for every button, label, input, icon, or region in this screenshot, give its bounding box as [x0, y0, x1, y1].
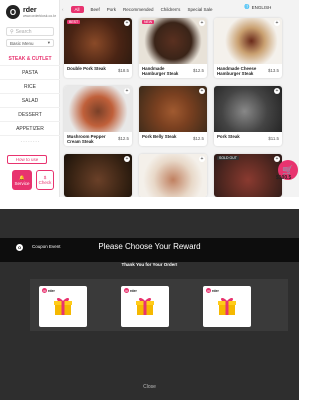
- menu-card[interactable]: +: [139, 154, 207, 197]
- cart-icon: 🛒: [282, 164, 294, 175]
- reward-brand-name: rder: [48, 288, 55, 293]
- menu-card-name: Pork Belly Steak: [142, 134, 177, 139]
- tab-childrens[interactable]: Children's: [161, 7, 181, 12]
- reward-brand: O rder: [206, 288, 219, 293]
- search-placeholder: Search: [15, 28, 32, 35]
- menu-card-image: [139, 18, 207, 64]
- logo-sub: www.orderkiosk.co.kr: [23, 13, 57, 18]
- menu-card[interactable]: +: [64, 154, 132, 197]
- logo-name: rder: [23, 6, 37, 14]
- menu-card-name: Mushroom Pepper Cream Steak: [67, 134, 106, 144]
- more-categories-toggle[interactable]: - - - - - - - -: [0, 138, 60, 143]
- reward-card[interactable]: O rder: [39, 286, 87, 327]
- menu-card-image: [214, 18, 282, 64]
- menu-card-image: [139, 86, 207, 132]
- menu-card-image: [64, 86, 132, 132]
- menu-card-name: Handmade Hamburger Steak: [142, 66, 179, 76]
- cart-total: $100.5: [276, 175, 292, 181]
- add-icon[interactable]: +: [124, 88, 130, 94]
- reward-brand-name: rder: [212, 288, 219, 293]
- reward-card[interactable]: O rder: [121, 286, 169, 327]
- gift-icon: [54, 297, 72, 315]
- menu-card[interactable]: NEW + Handmade Hamburger Steak $12.5: [139, 18, 207, 78]
- category-rice[interactable]: RICE: [0, 80, 60, 94]
- category-appetizer[interactable]: APPETIZER: [0, 122, 60, 136]
- category-salad[interactable]: SALAD: [0, 94, 60, 108]
- check-label: Check: [38, 180, 52, 185]
- menu-card-image: [64, 18, 132, 64]
- menu-card-name: Handmade Cheese Hamburger Steak: [217, 66, 257, 76]
- category-list: STEAK & CUTLET PASTA RICE SALAD DESSERT …: [0, 52, 60, 143]
- tab-beef[interactable]: Beef: [91, 7, 100, 12]
- menu-card-name: Double Pork Steak: [67, 66, 106, 71]
- gift-icon: [218, 297, 236, 315]
- menu-card[interactable]: SOLD OUT +: [214, 154, 282, 197]
- reward-brand: O rder: [42, 288, 55, 293]
- language-select[interactable]: 🌐 ENGLISH: [244, 4, 271, 10]
- menu-card-price: $11.5: [268, 136, 279, 141]
- sidebar: O rder www.orderkiosk.co.kr ⚲ Search Bas…: [0, 0, 60, 197]
- add-icon[interactable]: +: [124, 156, 130, 162]
- menu-card-price: $12.5: [118, 136, 129, 141]
- add-icon[interactable]: +: [199, 20, 205, 26]
- menu-card[interactable]: + Handmade Cheese Hamburger Steak $13.5: [214, 18, 282, 78]
- search-icon: ⚲: [10, 28, 14, 35]
- menu-card-badge: BEST: [67, 20, 81, 24]
- menu-card-price: $12.5: [193, 68, 204, 73]
- menu-card-price: $13.5: [268, 68, 279, 73]
- tab-special-sale[interactable]: Special Sale: [187, 7, 212, 12]
- service-label: Service: [14, 180, 30, 186]
- globe-icon: 🌐: [244, 4, 250, 9]
- modal-subtitle: Thank You for Your Order!: [121, 262, 178, 267]
- tab-all[interactable]: All: [70, 5, 84, 13]
- menu-card-image: [139, 154, 207, 197]
- check-button[interactable]: $ Check: [36, 170, 54, 190]
- back-icon[interactable]: ‹: [62, 7, 64, 12]
- menu-select[interactable]: Basic Menu ▾: [6, 39, 54, 47]
- category-steak-cutlet[interactable]: STEAK & CUTLET: [0, 52, 60, 66]
- divider: [0, 197, 299, 209]
- menu-card-name: Pork Steak: [217, 134, 240, 139]
- menu-select-value: Basic Menu: [10, 40, 34, 46]
- reward-brand-badge: O: [124, 288, 129, 293]
- service-button[interactable]: 🔔 Service: [12, 170, 32, 190]
- reward-brand-name: rder: [130, 288, 137, 293]
- reward-card[interactable]: O rder: [203, 286, 251, 327]
- menu-card-image: [214, 86, 282, 132]
- menu-card[interactable]: BEST + Double Pork Steak $18.5: [64, 18, 132, 78]
- kiosk-menu-screen: O rder www.orderkiosk.co.kr ⚲ Search Bas…: [0, 0, 299, 197]
- add-icon[interactable]: +: [124, 20, 130, 26]
- menu-card-image: [214, 154, 282, 197]
- menu-card-price: $12.5: [193, 136, 204, 141]
- how-to-use-button[interactable]: How to use: [7, 155, 47, 164]
- language-value: ENGLISH: [251, 4, 272, 10]
- add-icon[interactable]: +: [274, 88, 280, 94]
- chevron-down-icon: ▾: [47, 40, 50, 45]
- category-pasta[interactable]: PASTA: [0, 66, 60, 80]
- gift-icon: [136, 297, 154, 315]
- add-icon[interactable]: +: [274, 156, 280, 162]
- menu-card[interactable]: + Mushroom Pepper Cream Steak $12.5: [64, 86, 132, 146]
- reward-brand-badge: O: [42, 288, 47, 293]
- tab-pork[interactable]: Pork: [107, 7, 116, 12]
- menu-card-image: [64, 154, 132, 197]
- search-input[interactable]: ⚲ Search: [6, 27, 54, 36]
- add-icon[interactable]: +: [199, 156, 205, 162]
- add-icon[interactable]: +: [274, 20, 280, 26]
- menu-card-price: $18.5: [118, 68, 129, 73]
- sold-out-badge: SOLD OUT: [217, 156, 239, 160]
- reward-brand-badge: O: [206, 288, 211, 293]
- close-button[interactable]: Close: [0, 384, 299, 390]
- tab-recommended[interactable]: Recommended: [123, 7, 154, 12]
- menu-card[interactable]: + Pork Belly Steak $12.5: [139, 86, 207, 146]
- logo: O rder www.orderkiosk.co.kr: [6, 5, 56, 19]
- menu-card[interactable]: + Pork Steak $11.5: [214, 86, 282, 146]
- reward-brand: O rder: [124, 288, 137, 293]
- menu-card-badge: NEW: [142, 20, 155, 24]
- add-icon[interactable]: +: [199, 88, 205, 94]
- category-dessert[interactable]: DESSERT: [0, 108, 60, 122]
- logo-badge: O: [6, 5, 20, 19]
- modal-title: Please Choose Your Reward: [98, 242, 201, 251]
